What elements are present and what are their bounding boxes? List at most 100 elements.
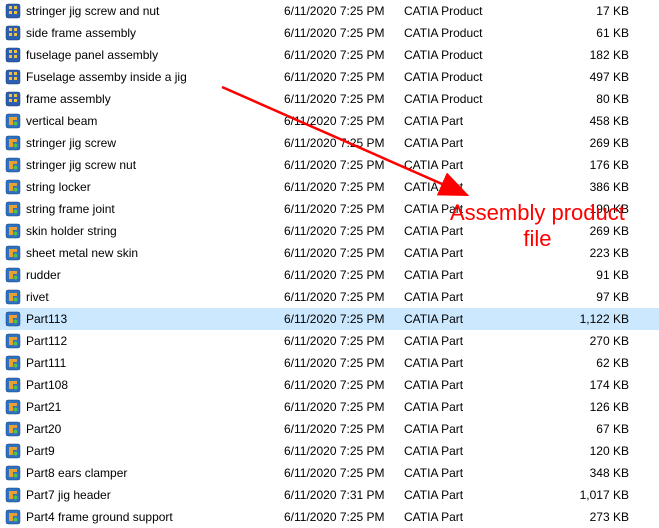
file-row[interactable]: sheet metal new skin6/11/2020 7:25 PMCAT…	[0, 242, 659, 264]
file-size: 174 KB	[534, 378, 645, 392]
file-date: 6/11/2020 7:25 PM	[284, 378, 404, 392]
file-date: 6/11/2020 7:25 PM	[284, 202, 404, 216]
file-row[interactable]: Part1086/11/2020 7:25 PMCATIA Part174 KB	[0, 374, 659, 396]
file-type: CATIA Product	[404, 48, 534, 62]
catia-part-icon	[4, 113, 22, 129]
file-row[interactable]: Part7 jig header6/11/2020 7:31 PMCATIA P…	[0, 484, 659, 506]
file-date: 6/11/2020 7:25 PM	[284, 510, 404, 524]
file-name: Part8 ears clamper	[22, 466, 284, 480]
file-date: 6/11/2020 7:25 PM	[284, 400, 404, 414]
file-size: 62 KB	[534, 356, 645, 370]
file-type: CATIA Part	[404, 334, 534, 348]
file-size: 273 KB	[534, 510, 645, 524]
file-row[interactable]: skin holder string6/11/2020 7:25 PMCATIA…	[0, 220, 659, 242]
file-row[interactable]: string frame joint6/11/2020 7:25 PMCATIA…	[0, 198, 659, 220]
catia-part-icon	[4, 245, 22, 261]
file-row[interactable]: Part1126/11/2020 7:25 PMCATIA Part270 KB	[0, 330, 659, 352]
file-type: CATIA Part	[404, 356, 534, 370]
file-date: 6/11/2020 7:25 PM	[284, 290, 404, 304]
file-type: CATIA Part	[404, 422, 534, 436]
file-date: 6/11/2020 7:25 PM	[284, 70, 404, 84]
file-size: 97 KB	[534, 290, 645, 304]
file-size: 1,017 KB	[534, 488, 645, 502]
file-row[interactable]: Part96/11/2020 7:25 PMCATIA Part120 KB	[0, 440, 659, 462]
file-row[interactable]: rudder6/11/2020 7:25 PMCATIA Part91 KB	[0, 264, 659, 286]
file-name: frame assembly	[22, 92, 284, 106]
file-row[interactable]: Part1116/11/2020 7:25 PMCATIA Part62 KB	[0, 352, 659, 374]
file-row[interactable]: vertical beam6/11/2020 7:25 PMCATIA Part…	[0, 110, 659, 132]
file-date: 6/11/2020 7:25 PM	[284, 268, 404, 282]
file-name: skin holder string	[22, 224, 284, 238]
file-name: Part111	[22, 356, 284, 370]
file-row[interactable]: rivet6/11/2020 7:25 PMCATIA Part97 KB	[0, 286, 659, 308]
file-name: Part4 frame ground support	[22, 510, 284, 524]
catia-part-icon	[4, 135, 22, 151]
file-row[interactable]: side frame assembly6/11/2020 7:25 PMCATI…	[0, 22, 659, 44]
file-size: 458 KB	[534, 114, 645, 128]
file-date: 6/11/2020 7:25 PM	[284, 466, 404, 480]
file-size: 270 KB	[534, 334, 645, 348]
catia-part-icon	[4, 179, 22, 195]
file-name: Part108	[22, 378, 284, 392]
file-name: fuselage panel assembly	[22, 48, 284, 62]
file-size: 348 KB	[534, 466, 645, 480]
file-row[interactable]: Part216/11/2020 7:25 PMCATIA Part126 KB	[0, 396, 659, 418]
file-size: 182 KB	[534, 48, 645, 62]
file-row[interactable]: frame assembly6/11/2020 7:25 PMCATIA Pro…	[0, 88, 659, 110]
catia-product-icon	[4, 91, 22, 107]
file-type: CATIA Part	[404, 180, 534, 194]
file-name: Part20	[22, 422, 284, 436]
file-size: 120 KB	[534, 444, 645, 458]
file-type: CATIA Part	[404, 290, 534, 304]
file-list: stringer jig screw and nut6/11/2020 7:25…	[0, 0, 659, 528]
file-date: 6/11/2020 7:25 PM	[284, 48, 404, 62]
catia-part-icon	[4, 421, 22, 437]
file-date: 6/11/2020 7:25 PM	[284, 158, 404, 172]
catia-part-icon	[4, 355, 22, 371]
file-size: 91 KB	[534, 268, 645, 282]
file-row[interactable]: string locker6/11/2020 7:25 PMCATIA Part…	[0, 176, 659, 198]
file-date: 6/11/2020 7:31 PM	[284, 488, 404, 502]
file-name: rudder	[22, 268, 284, 282]
catia-part-icon	[4, 267, 22, 283]
file-name: Part113	[22, 312, 284, 326]
file-name: string frame joint	[22, 202, 284, 216]
file-name: Part21	[22, 400, 284, 414]
file-date: 6/11/2020 7:25 PM	[284, 114, 404, 128]
file-date: 6/11/2020 7:25 PM	[284, 312, 404, 326]
file-size: 223 KB	[534, 246, 645, 260]
file-name: stringer jig screw and nut	[22, 4, 284, 18]
catia-part-icon	[4, 289, 22, 305]
file-row[interactable]: stringer jig screw6/11/2020 7:25 PMCATIA…	[0, 132, 659, 154]
file-type: CATIA Part	[404, 224, 534, 238]
file-row[interactable]: Part1136/11/2020 7:25 PMCATIA Part1,122 …	[0, 308, 659, 330]
file-type: CATIA Part	[404, 312, 534, 326]
file-row[interactable]: Fuselage assemby inside a jig6/11/2020 7…	[0, 66, 659, 88]
file-date: 6/11/2020 7:25 PM	[284, 4, 404, 18]
file-name: stringer jig screw	[22, 136, 284, 150]
file-row[interactable]: stringer jig screw nut6/11/2020 7:25 PMC…	[0, 154, 659, 176]
file-row[interactable]: Part206/11/2020 7:25 PMCATIA Part67 KB	[0, 418, 659, 440]
file-type: CATIA Part	[404, 378, 534, 392]
catia-product-icon	[4, 25, 22, 41]
file-date: 6/11/2020 7:25 PM	[284, 422, 404, 436]
catia-part-icon	[4, 223, 22, 239]
file-type: CATIA Part	[404, 400, 534, 414]
file-type: CATIA Part	[404, 136, 534, 150]
file-size: 61 KB	[534, 26, 645, 40]
catia-part-icon	[4, 399, 22, 415]
file-type: CATIA Part	[404, 466, 534, 480]
catia-part-icon	[4, 465, 22, 481]
file-row[interactable]: stringer jig screw and nut6/11/2020 7:25…	[0, 0, 659, 22]
file-type: CATIA Part	[404, 246, 534, 260]
catia-part-icon	[4, 157, 22, 173]
file-row[interactable]: Part4 frame ground support6/11/2020 7:25…	[0, 506, 659, 528]
file-size: 67 KB	[534, 422, 645, 436]
file-date: 6/11/2020 7:25 PM	[284, 26, 404, 40]
file-size: 1,122 KB	[534, 312, 645, 326]
file-size: 126 KB	[534, 400, 645, 414]
file-row[interactable]: fuselage panel assembly6/11/2020 7:25 PM…	[0, 44, 659, 66]
file-row[interactable]: Part8 ears clamper6/11/2020 7:25 PMCATIA…	[0, 462, 659, 484]
catia-part-icon	[4, 443, 22, 459]
file-type: CATIA Part	[404, 268, 534, 282]
